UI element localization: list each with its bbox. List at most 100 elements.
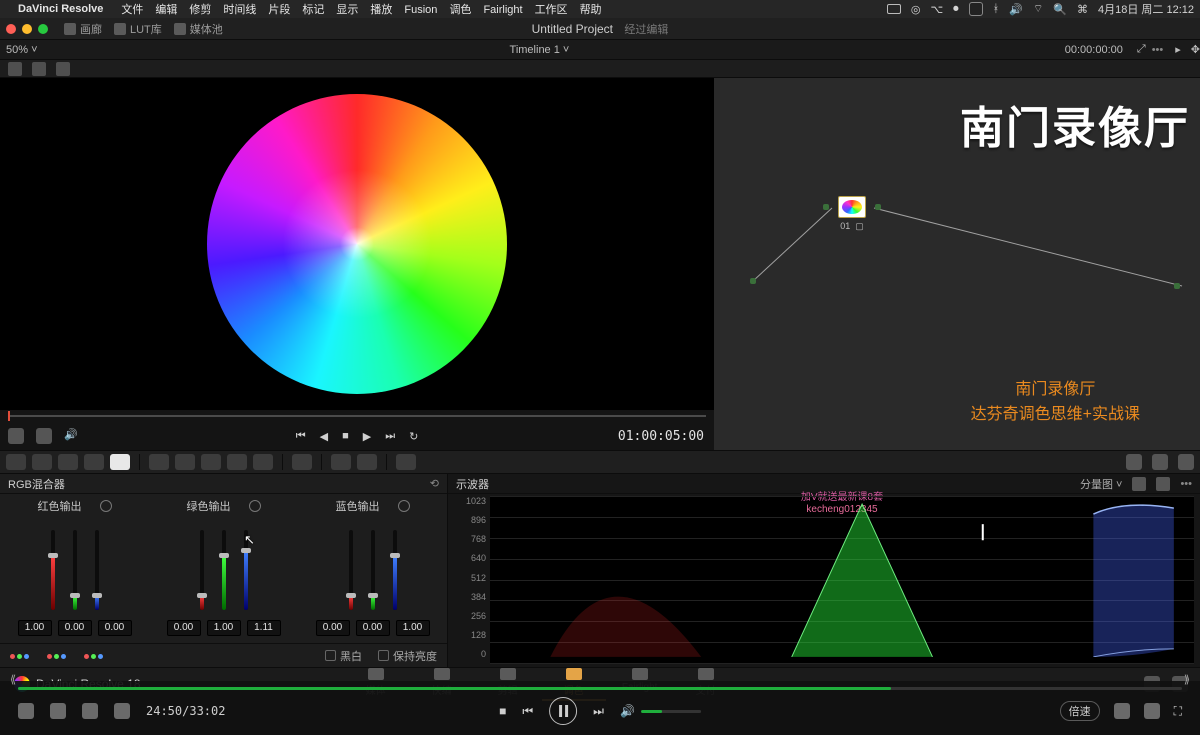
color-node[interactable]: 01 ▢ (834, 196, 870, 232)
scopes-grid-icon[interactable] (1156, 477, 1170, 491)
source-timecode[interactable]: 00:00:00:00 (1023, 44, 1123, 56)
player-prev-button[interactable]: ⏮ (522, 704, 533, 719)
header-tab-mediapool[interactable]: 媒体池 (168, 19, 229, 39)
channel-reset-icon[interactable] (249, 500, 261, 512)
scopes-options-icon[interactable]: ••• (1180, 478, 1192, 490)
key-icon[interactable] (201, 454, 221, 470)
record-icon[interactable]: ⏺ (953, 3, 959, 16)
player-subtitle-icon[interactable] (114, 703, 130, 719)
header-tab-lut[interactable]: LUT库 (108, 19, 168, 39)
slider-red[interactable] (45, 530, 61, 610)
player-next-icon[interactable]: ⟫ (1184, 673, 1190, 686)
player-capture-icon[interactable] (50, 703, 66, 719)
value-g[interactable]: 0.00 (356, 620, 390, 636)
system-clock[interactable]: 4月18日 周二 12:12 (1098, 1, 1194, 17)
control-center-icon[interactable]: ⌘ (1077, 3, 1088, 16)
player-speed[interactable]: 倍速 (1060, 701, 1100, 721)
expand-icon[interactable]: ⤢ (1137, 43, 1146, 56)
wand-icon[interactable] (56, 62, 70, 76)
node-input[interactable] (750, 278, 756, 284)
value-r[interactable]: 1.00 (18, 620, 52, 636)
curves-icon[interactable] (32, 454, 52, 470)
prev-frame-button[interactable]: ◀ (320, 430, 328, 443)
window-icon[interactable] (84, 454, 104, 470)
slider-green[interactable] (67, 530, 83, 610)
app-menus[interactable]: 文件编辑修剪时间线片段标记显示播放Fusion调色Fairlight工作区帮助 (115, 1, 607, 17)
slider-blue[interactable] (89, 530, 105, 610)
stop-button[interactable]: ■ (342, 430, 349, 442)
channel-reset-icon[interactable] (100, 500, 112, 512)
mixer-reset-icon[interactable]: ⟲ (430, 477, 439, 490)
preset-rgb[interactable] (10, 650, 31, 662)
slider-red[interactable] (194, 530, 210, 610)
value-b[interactable]: 0.00 (98, 620, 132, 636)
channel-reset-icon[interactable] (398, 500, 410, 512)
info-icon[interactable] (1178, 454, 1194, 470)
scope-plot[interactable]: 加V就送最新课8套 kecheng012345 (490, 496, 1194, 663)
preset-3[interactable] (84, 650, 105, 662)
scopes-view-dropdown[interactable]: 分量图 ˅ (1080, 476, 1122, 492)
viewer-timecode[interactable]: 01:00:05:00 (618, 429, 704, 444)
effects-icon[interactable] (292, 454, 312, 470)
extra3-icon[interactable] (396, 454, 416, 470)
player-pause-button[interactable] (549, 697, 577, 725)
annotation-icon[interactable] (8, 62, 22, 76)
slider-red[interactable] (343, 530, 359, 610)
slider-blue[interactable] (238, 530, 254, 610)
bypass-icon[interactable] (8, 428, 24, 444)
value-b[interactable]: 1.11 (247, 620, 281, 636)
value-g[interactable]: 1.00 (207, 620, 241, 636)
toggle-icon[interactable] (887, 4, 901, 14)
bluetooth-icon[interactable]: ᚼ (993, 3, 1000, 15)
viewer-scrubber[interactable] (0, 410, 714, 422)
primaries-icon[interactable] (6, 454, 26, 470)
wifi-icon[interactable]: ⌔ (1033, 2, 1043, 16)
first-frame-button[interactable]: ⏮ (296, 430, 306, 443)
clock-icon[interactable]: ◎ (911, 3, 921, 16)
screen-icon[interactable] (969, 2, 983, 16)
player-link-icon[interactable] (1114, 703, 1130, 719)
hand-icon[interactable]: ✥ (1191, 43, 1200, 56)
slider-green[interactable] (365, 530, 381, 610)
preserve-luma-checkbox[interactable]: 保持亮度 (378, 648, 437, 664)
node-output[interactable] (1174, 283, 1180, 289)
split-icon[interactable] (36, 428, 52, 444)
player-share-icon[interactable] (18, 703, 34, 719)
mixer-icon[interactable] (110, 454, 130, 470)
player-note-icon[interactable] (82, 703, 98, 719)
player-progress[interactable] (18, 687, 1182, 690)
window-controls[interactable] (6, 24, 48, 34)
bw-checkbox[interactable]: 黑白 (325, 648, 362, 664)
player-next-button[interactable]: ⏭ (593, 704, 604, 719)
overlay-icon[interactable] (32, 62, 46, 76)
qualifier-icon[interactable] (58, 454, 78, 470)
options-icon[interactable]: ••• (1152, 44, 1164, 56)
header-tab-gallery[interactable]: 画廊 (58, 19, 108, 39)
slider-blue[interactable] (387, 530, 403, 610)
timeline-name[interactable]: Timeline 1 ˅ (56, 44, 1023, 56)
eye-icon[interactable] (1126, 454, 1142, 470)
extra1-icon[interactable] (331, 454, 351, 470)
viewer-canvas[interactable] (0, 78, 714, 410)
value-g[interactable]: 0.00 (58, 620, 92, 636)
node-editor[interactable]: 南门录像厅 01 ▢ 南门录像厅 达芬奇调色思维+实战课 (714, 78, 1200, 450)
player-pip-icon[interactable] (1144, 703, 1160, 719)
pointer-icon[interactable]: ▸ (1175, 43, 1181, 56)
tracking-icon[interactable] (149, 454, 169, 470)
loop-button[interactable]: ↻ (409, 430, 418, 443)
speaker-icon[interactable]: 🔊 (64, 428, 78, 444)
slider-green[interactable] (216, 530, 232, 610)
preset-2[interactable] (47, 650, 68, 662)
search-icon[interactable]: 🔍 (1053, 3, 1067, 16)
player-prev-icon[interactable]: ⟪ (10, 673, 16, 686)
scope-toggle-icon[interactable] (1152, 454, 1168, 470)
player-stop-button[interactable]: ■ (499, 704, 506, 718)
zoom-dropdown[interactable]: 50% ˅ (6, 44, 56, 56)
value-b[interactable]: 1.00 (396, 620, 430, 636)
wechat-icon[interactable]: ⌥ (930, 3, 943, 16)
blur-icon[interactable] (175, 454, 195, 470)
3d-icon[interactable] (253, 454, 273, 470)
value-r[interactable]: 0.00 (167, 620, 201, 636)
next-frame-button[interactable]: ⏭ (385, 430, 395, 443)
value-r[interactable]: 0.00 (316, 620, 350, 636)
